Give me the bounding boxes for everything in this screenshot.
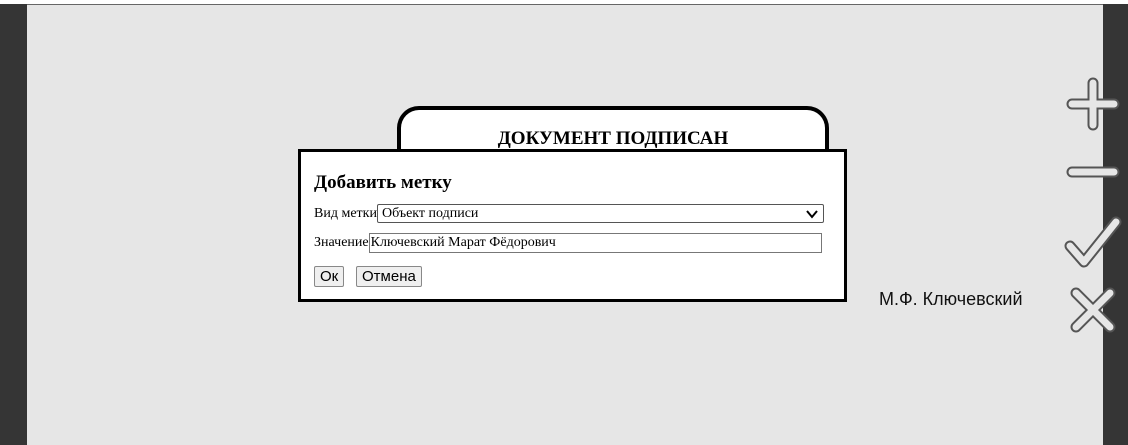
stamp-title: ДОКУМЕНТ ПОДПИСАН: [497, 128, 729, 149]
label-type-label: Вид метки: [314, 205, 377, 221]
label-value-row: Значение: [314, 233, 822, 253]
label-value-label: Значение: [314, 235, 369, 250]
ok-button[interactable]: Ок: [314, 266, 345, 287]
close-icon[interactable]: [1064, 281, 1122, 339]
confirm-check-icon[interactable]: [1064, 214, 1122, 272]
viewer-left-margin: [0, 4, 27, 445]
chevron-down-icon: [806, 209, 818, 219]
label-value-input[interactable]: [368, 233, 822, 253]
label-type-select[interactable]: Объект подписи: [376, 204, 824, 223]
zoom-in-icon[interactable]: [1064, 75, 1122, 133]
zoom-out-icon[interactable]: [1064, 143, 1122, 201]
dialog-title: Добавить метку: [314, 172, 452, 193]
cancel-button[interactable]: Отмена: [356, 266, 422, 287]
label-type-selected: Объект подписи: [381, 205, 479, 221]
label-type-row: Вид метки Объект подписи: [314, 204, 824, 223]
add-label-dialog: Добавить метку Вид метки Объект подписи …: [298, 149, 847, 302]
signer-name: М.Ф. Ключевский: [879, 289, 1023, 309]
